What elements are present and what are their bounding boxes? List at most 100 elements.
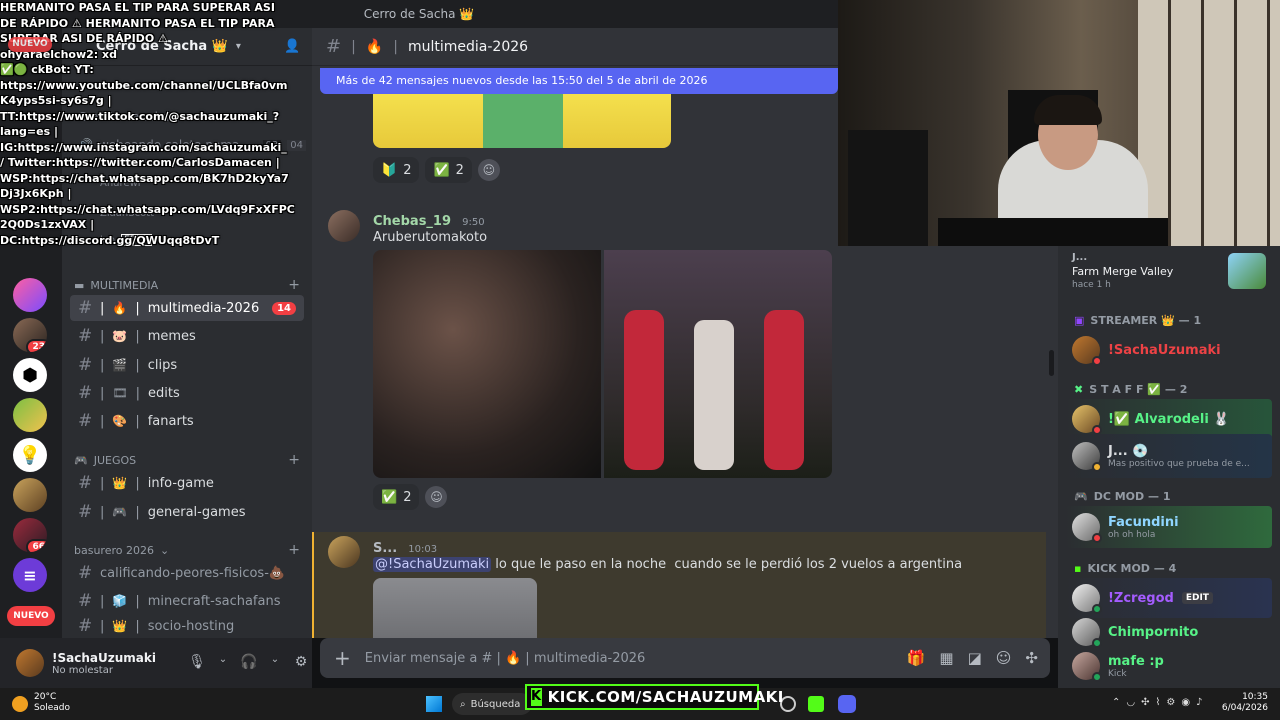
category-basurero[interactable]: basurero 2026 ⌄ + [74, 542, 300, 558]
channel-clips[interactable]: # | 🎬 | clips [70, 352, 304, 378]
kick-app-icon[interactable] [808, 696, 824, 712]
category-multimedia[interactable]: ▬ MULTIMEDIA + [74, 277, 300, 293]
server-icon[interactable] [13, 398, 47, 432]
member-item[interactable]: J... 💿 Mas positivo que prueba de e... [1066, 434, 1272, 478]
avatar[interactable] [16, 649, 44, 677]
user-name: !SachaUzumaki [52, 650, 156, 665]
hash-icon: # [78, 473, 93, 493]
mention-badge: 14 [272, 301, 296, 315]
server-icon[interactable]: 66 [13, 518, 47, 552]
voice-hint: Crea tu canal de voz [78, 110, 202, 124]
member-activity[interactable]: J... Farm Merge Valley hace 1 h [1066, 248, 1272, 294]
channel-multimedia-2026[interactable]: # | 🔥 | multimedia-2026 14 [70, 295, 304, 321]
sticker-icon[interactable]: ◪ [968, 649, 982, 667]
voice-count: 03 [262, 139, 282, 151]
reaction-count: 2 [403, 162, 412, 178]
kick-logo-icon: K [531, 688, 542, 706]
apps-icon[interactable]: ✣ [1025, 649, 1038, 667]
message-image[interactable] [604, 250, 832, 478]
voice-create-hint[interactable]: Crea tu canal de voz [78, 110, 306, 124]
server-icon[interactable]: ≡ [13, 558, 47, 592]
channel-general-games[interactable]: # | 🎮 | general-games [70, 499, 304, 525]
channel-name: minecraft-sachafans [147, 593, 281, 609]
weather-widget[interactable]: 20°C Soleado [34, 692, 70, 714]
member-tag: EDIT [1181, 592, 1213, 604]
member-item[interactable]: Facundini oh oh hola [1066, 506, 1272, 548]
member-item[interactable]: mafe :p Kick [1066, 646, 1272, 686]
clock[interactable]: 10:35 6/04/2026 [1210, 692, 1268, 714]
server-icon[interactable] [13, 478, 47, 512]
user-panel: !SachaUzumaki No molestar 🎙 ⌄ 🎧 ⌄ ⚙ [0, 638, 312, 688]
add-reaction-icon[interactable]: ☺ [425, 486, 448, 508]
voice-user[interactable]: lan EDTR [100, 234, 328, 246]
gift-icon[interactable]: 🎁 [907, 649, 926, 667]
message-image[interactable] [373, 250, 601, 478]
channel-info-game[interactable]: # | 👑 | info-game [70, 470, 304, 496]
reaction[interactable]: ✅ 2 [425, 157, 472, 183]
member-group: ✖ S T A F F ✅ — 2 [1074, 383, 1187, 396]
chevron-down-icon[interactable]: ⌄ [266, 654, 284, 672]
emoji-icon[interactable]: ☺ [996, 649, 1012, 667]
avatar[interactable] [328, 536, 360, 568]
taskbar-search[interactable]: ⌕ Búsqueda [452, 693, 532, 715]
microphone-icon[interactable]: 🎙 [188, 654, 206, 672]
windows-start-icon[interactable] [426, 696, 442, 712]
channel-calificando[interactable]: # calificando-peores-fisicos-💩 [70, 560, 304, 586]
mention-badge: 66 [26, 539, 47, 552]
server-header[interactable]: Cerro de Sacha 👑 ▾ 👤 [62, 28, 312, 66]
lightbulb-icon[interactable]: 💡 [13, 438, 47, 472]
plus-icon[interactable]: + [334, 646, 351, 670]
cube-icon[interactable]: ⬢ [13, 358, 47, 392]
hash-icon: # [78, 502, 93, 522]
message-author[interactable]: Chebas_19 [373, 214, 451, 229]
channel-name: info-game [147, 475, 214, 491]
add-channel-icon[interactable]: + [288, 452, 300, 468]
reaction-emoji: ✅ [381, 489, 398, 505]
avatar [1072, 584, 1102, 614]
server-icon[interactable]: 23 [13, 318, 47, 352]
add-member-icon[interactable]: 👤 [284, 39, 300, 54]
reaction[interactable]: 🔰 2 [373, 157, 420, 183]
channel-minecraft[interactable]: # | 🧊 | minecraft-sachafans [70, 588, 304, 614]
new-unreads-pill[interactable]: NUEVO [7, 606, 55, 626]
server-icon[interactable] [13, 278, 47, 312]
window-title: Cerro de Sacha 👑 [363, 7, 475, 21]
message-author[interactable]: S... [373, 541, 397, 556]
channel-memes[interactable]: # | 🐷 | memes [70, 323, 304, 349]
channel-edits[interactable]: # | 🎞 | edits [70, 380, 304, 406]
voice-channel[interactable]: 🔊 webeando caleta noma... 03 04 [78, 138, 306, 152]
new-messages-bar[interactable]: Más de 42 mensajes nuevos desde las 15:5… [320, 68, 838, 94]
kick-banner: K KICK.COM/SACHAUZUMAKI [525, 684, 783, 710]
voice-user[interactable]: ZiaanScott [100, 208, 328, 219]
channel-socio-hosting[interactable]: # | 👑 | socio-hosting [70, 616, 304, 636]
gif-icon[interactable]: ▦ [939, 649, 953, 667]
message-composer[interactable]: + Enviar mensaje a # | 🔥 | multimedia-20… [320, 638, 1050, 678]
add-reaction-icon[interactable]: ☺ [477, 159, 500, 181]
gear-icon[interactable]: ⚙ [292, 654, 310, 672]
category-juegos[interactable]: 🎮 JUEGOS + [74, 452, 300, 468]
reaction-count: 2 [403, 489, 412, 505]
search-label: Búsqueda [470, 698, 521, 710]
scrollbar-thumb[interactable] [1049, 350, 1054, 376]
add-channel-icon[interactable]: + [288, 542, 300, 558]
reaction[interactable]: ✅ 2 [373, 484, 420, 510]
avatar[interactable] [328, 210, 360, 242]
system-tray[interactable]: ⌃◡✣⌇⚙◉♪ [1112, 697, 1208, 708]
message-image[interactable] [373, 94, 671, 148]
member-group: 🎮 DC MOD — 1 [1074, 490, 1170, 503]
new-unreads-pill-top[interactable]: NUEVO [8, 37, 52, 52]
discord-app-icon[interactable] [838, 695, 856, 713]
user-mention[interactable]: @!SachaUzumaki [373, 557, 492, 572]
add-channel-icon[interactable]: + [288, 277, 300, 293]
channel-emoji: 🎬 [112, 358, 128, 372]
channel-fanarts[interactable]: # | 🎨 | fanarts [70, 408, 304, 434]
kick-banner-text: KICK.COM/SACHAUZUMAKI [547, 688, 784, 706]
member-status: Mas positivo que prueba de e... [1108, 458, 1250, 469]
chevron-down-icon[interactable]: ⌄ [214, 654, 232, 672]
member-item[interactable]: !SachaUzumaki [1066, 330, 1272, 370]
member-item[interactable]: !✅ Alvarodeli 🐰 [1066, 399, 1272, 439]
voice-user[interactable]: Andrewl [100, 178, 328, 189]
headphones-icon[interactable]: 🎧 [240, 654, 258, 672]
channel-name: clips [147, 357, 178, 373]
message-image[interactable] [373, 578, 537, 638]
